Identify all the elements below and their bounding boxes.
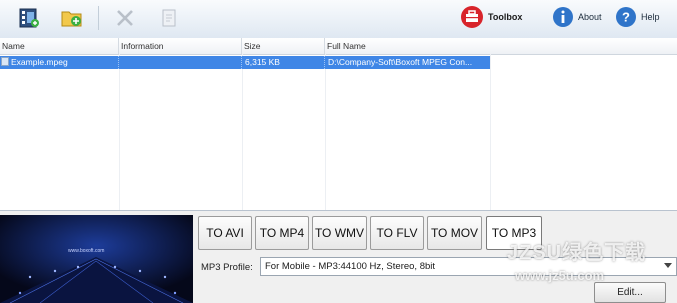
add-folder-icon[interactable] bbox=[57, 4, 87, 32]
file-name-cell: Example.mpeg bbox=[0, 56, 119, 69]
file-information-cell bbox=[119, 56, 242, 69]
toolbox-label: Toolbox bbox=[488, 12, 523, 22]
about-label: About bbox=[578, 12, 602, 22]
column-header-information[interactable]: Information bbox=[119, 38, 242, 54]
toolbar-separator bbox=[98, 6, 99, 30]
remove-icon[interactable] bbox=[110, 4, 140, 32]
preview-caption: www.boxoft.com bbox=[68, 248, 105, 254]
file-name: Example.mpeg bbox=[11, 57, 68, 67]
file-list-header: Name Information Size Full Name bbox=[0, 38, 677, 55]
watermark: JZSU绿色下载 bbox=[507, 242, 647, 264]
help-label: Help bbox=[641, 12, 660, 22]
column-header-size[interactable]: Size bbox=[242, 38, 325, 54]
edit-button[interactable]: Edit... bbox=[594, 282, 666, 303]
to-wmv-button[interactable]: TO WMV bbox=[312, 216, 367, 250]
toolbar: Toolbox About ? Help bbox=[0, 0, 677, 39]
help-button[interactable]: ? Help bbox=[615, 3, 660, 31]
clear-icon[interactable] bbox=[154, 4, 184, 32]
help-icon: ? bbox=[616, 7, 636, 27]
info-icon bbox=[553, 7, 573, 27]
toolbox-icon bbox=[461, 6, 483, 28]
preview-image bbox=[0, 215, 193, 303]
table-row[interactable]: Example.mpeg 6,315 KB D:\Company-Soft\Bo… bbox=[0, 56, 490, 69]
to-avi-button[interactable]: TO AVI bbox=[198, 216, 252, 250]
watermark-url: www.jz5u.com bbox=[515, 268, 605, 283]
column-divider bbox=[242, 54, 243, 210]
to-mp4-button[interactable]: TO MP4 bbox=[255, 216, 309, 250]
column-divider bbox=[119, 54, 120, 210]
video-preview: www.boxoft.com bbox=[0, 215, 193, 303]
file-size-cell: 6,315 KB bbox=[242, 56, 325, 69]
column-header-name[interactable]: Name bbox=[0, 38, 119, 54]
file-list[interactable]: Name Information Size Full Name Example.… bbox=[0, 38, 677, 210]
mp3-profile-value: For Mobile - MP3:44100 Hz, Stereo, 8bit bbox=[265, 261, 436, 272]
svg-text:?: ? bbox=[622, 10, 630, 25]
file-full-name-cell: D:\Company-Soft\Boxoft MPEG Con... bbox=[328, 57, 473, 67]
toolbox-button[interactable]: Toolbox bbox=[460, 3, 522, 31]
about-button[interactable]: About bbox=[552, 3, 602, 31]
to-flv-button[interactable]: TO FLV bbox=[370, 216, 424, 250]
chevron-down-icon bbox=[664, 263, 672, 268]
column-divider bbox=[490, 54, 491, 210]
file-icon bbox=[1, 57, 9, 66]
column-divider bbox=[325, 54, 326, 210]
mp3-profile-label: MP3 Profile: bbox=[201, 262, 253, 273]
to-mov-button[interactable]: TO MOV bbox=[427, 216, 482, 250]
column-header-full-name[interactable]: Full Name bbox=[325, 38, 677, 54]
add-video-icon[interactable] bbox=[14, 4, 44, 32]
